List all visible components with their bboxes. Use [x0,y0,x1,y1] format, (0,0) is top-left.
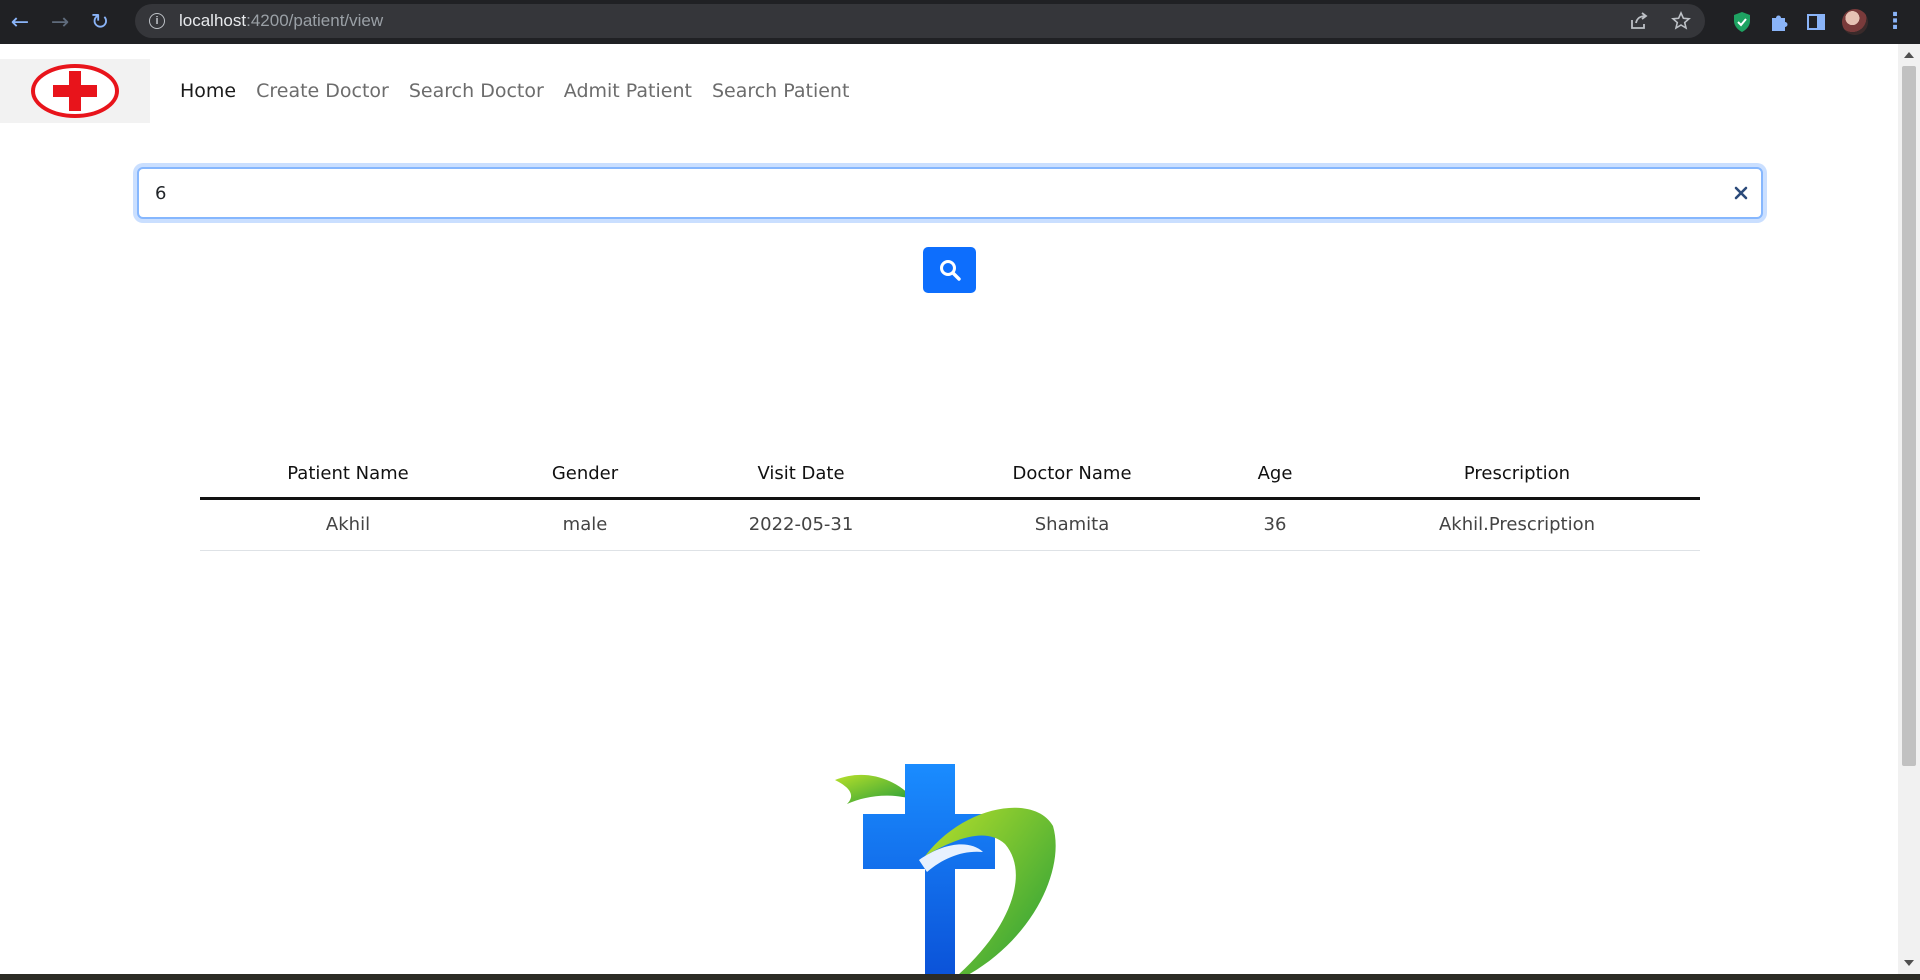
browser-menu-icon[interactable]: ⋮ [1884,11,1906,33]
nav-link-create-doctor[interactable]: Create Doctor [256,80,389,102]
url-host: localhost [179,11,247,30]
table-row: Akhil male 2022-05-31 Shamita 36 Akhil.P… [200,498,1700,551]
scrollbar-thumb[interactable] [1902,66,1916,766]
nav-link-search-doctor[interactable]: Search Doctor [409,80,544,102]
red-cross-logo-icon [31,64,119,118]
forward-arrow-icon[interactable]: → [40,2,80,42]
nav-link-search-patient[interactable]: Search Patient [712,80,849,102]
extensions-puzzle-icon[interactable] [1768,11,1790,33]
scroll-up-arrow-icon[interactable] [1904,52,1914,58]
scroll-down-arrow-icon[interactable] [1904,960,1914,966]
url-path: :4200/patient/view [246,11,384,30]
header-patient-name: Patient Name [200,450,496,500]
cell-gender: male [496,498,674,551]
header-prescription: Prescription [1334,450,1700,500]
medical-cross-leaf-logo-icon [835,764,1056,974]
main-navbar: Home Create Doctor Search Doctor Admit P… [0,59,1898,123]
header-gender: Gender [496,450,674,500]
cell-age: 36 [1216,498,1334,551]
page-scrollbar[interactable] [1898,44,1920,974]
address-bar[interactable]: i localhost:4200/patient/view [135,4,1705,38]
table-header-row: Patient Name Gender Visit Date Doctor Na… [200,450,1700,500]
profile-avatar[interactable] [1842,9,1868,35]
side-panel-icon[interactable] [1806,12,1826,32]
share-icon[interactable] [1629,11,1649,31]
bottom-edge [0,974,1920,980]
cell-visit-date: 2022-05-31 [674,498,928,551]
search-icon [939,260,961,281]
cell-doctor-name: Shamita [928,498,1216,551]
reload-icon[interactable]: ↻ [80,2,120,42]
patient-results-table: Patient Name Gender Visit Date Doctor Na… [200,450,1700,551]
nav-link-home[interactable]: Home [180,80,236,102]
header-visit-date: Visit Date [674,450,928,500]
search-input[interactable] [139,169,1721,217]
brand-logo[interactable] [0,59,150,123]
info-icon[interactable]: i [149,13,165,29]
nav-link-admit-patient[interactable]: Admit Patient [564,80,692,102]
bookmark-star-icon[interactable] [1671,11,1691,31]
nav-links: Home Create Doctor Search Doctor Admit P… [180,80,849,102]
search-field [137,167,1763,219]
browser-toolbar: ← → ↻ i localhost:4200/patient/view ⋮ [0,0,1920,44]
back-arrow-icon[interactable]: ← [0,2,40,42]
cell-prescription: Akhil.Prescription [1334,498,1700,551]
cell-patient-name: Akhil [200,498,496,551]
header-doctor-name: Doctor Name [928,450,1216,500]
close-icon[interactable] [1721,173,1761,213]
shield-extension-icon[interactable] [1732,11,1752,33]
page-viewport: Home Create Doctor Search Doctor Admit P… [0,44,1920,974]
header-age: Age [1216,450,1334,500]
search-button[interactable] [923,247,976,293]
